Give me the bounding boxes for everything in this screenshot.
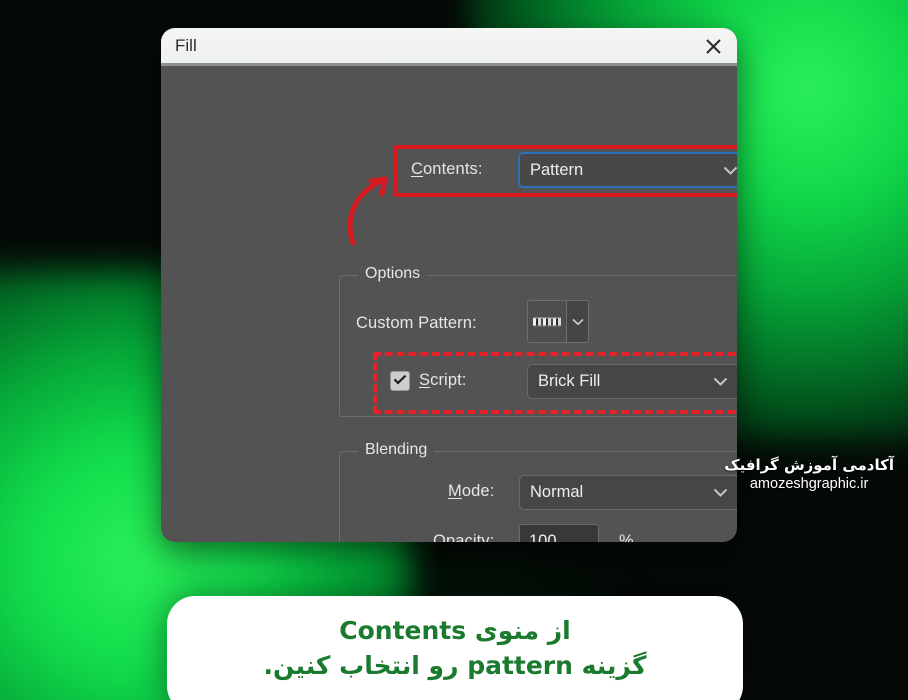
blending-group-title: Blending xyxy=(358,441,435,459)
custom-pattern-label: Custom Pattern: xyxy=(356,314,477,332)
opacity-input[interactable]: 100 xyxy=(519,524,599,542)
contents-label: CContents:ontents: xyxy=(411,160,483,178)
chevron-down-icon xyxy=(723,161,737,180)
watermark: آکادمی آموزش گرافیک amozeshgraphic.ir xyxy=(724,455,894,495)
chevron-down-icon[interactable] xyxy=(566,301,588,342)
pattern-swatch-icon xyxy=(528,301,566,342)
caption-line-1: از منوی Contents xyxy=(339,616,571,645)
script-checkbox[interactable] xyxy=(390,371,410,391)
caption-line-2: گزینه pattern رو انتخاب کنین. xyxy=(263,651,647,680)
dialog-body: CContents:ontents: Pattern OK Cancel Opt… xyxy=(161,64,737,542)
opacity-value: 100 xyxy=(529,531,557,543)
chevron-down-icon xyxy=(713,372,728,391)
chevron-down-icon xyxy=(713,483,728,502)
script-value: Brick Fill xyxy=(538,372,601,390)
fill-dialog: Fill CContents:ontents: Pattern OK xyxy=(161,28,737,542)
caption-card: از منوی Contents گزینه pattern رو انتخاب… xyxy=(167,596,743,700)
contents-value: Pattern xyxy=(530,160,584,179)
mode-label: Mode:Mode: xyxy=(448,482,495,500)
mode-select[interactable]: Normal xyxy=(519,475,737,510)
script-label: Script:Script: xyxy=(419,371,467,389)
dialog-title: Fill xyxy=(175,36,197,55)
options-group-title: Options xyxy=(358,265,428,283)
mode-value: Normal xyxy=(530,483,584,501)
script-select[interactable]: Brick Fill xyxy=(527,364,737,399)
percent-label: % xyxy=(619,532,634,542)
contents-select[interactable]: Pattern xyxy=(518,152,737,188)
opacity-label: Opacity:Opacity: xyxy=(433,532,495,542)
checkmark-icon xyxy=(393,372,407,390)
close-icon[interactable] xyxy=(697,31,729,61)
custom-pattern-picker[interactable] xyxy=(527,300,589,343)
screenshot-stage: Fill CContents:ontents: Pattern OK xyxy=(0,0,908,700)
dialog-titlebar: Fill xyxy=(161,28,737,66)
curved-arrow-icon xyxy=(347,176,388,246)
watermark-brand: آکادمی آموزش گرافیک xyxy=(724,456,894,474)
watermark-site: amozeshgraphic.ir xyxy=(749,476,869,493)
